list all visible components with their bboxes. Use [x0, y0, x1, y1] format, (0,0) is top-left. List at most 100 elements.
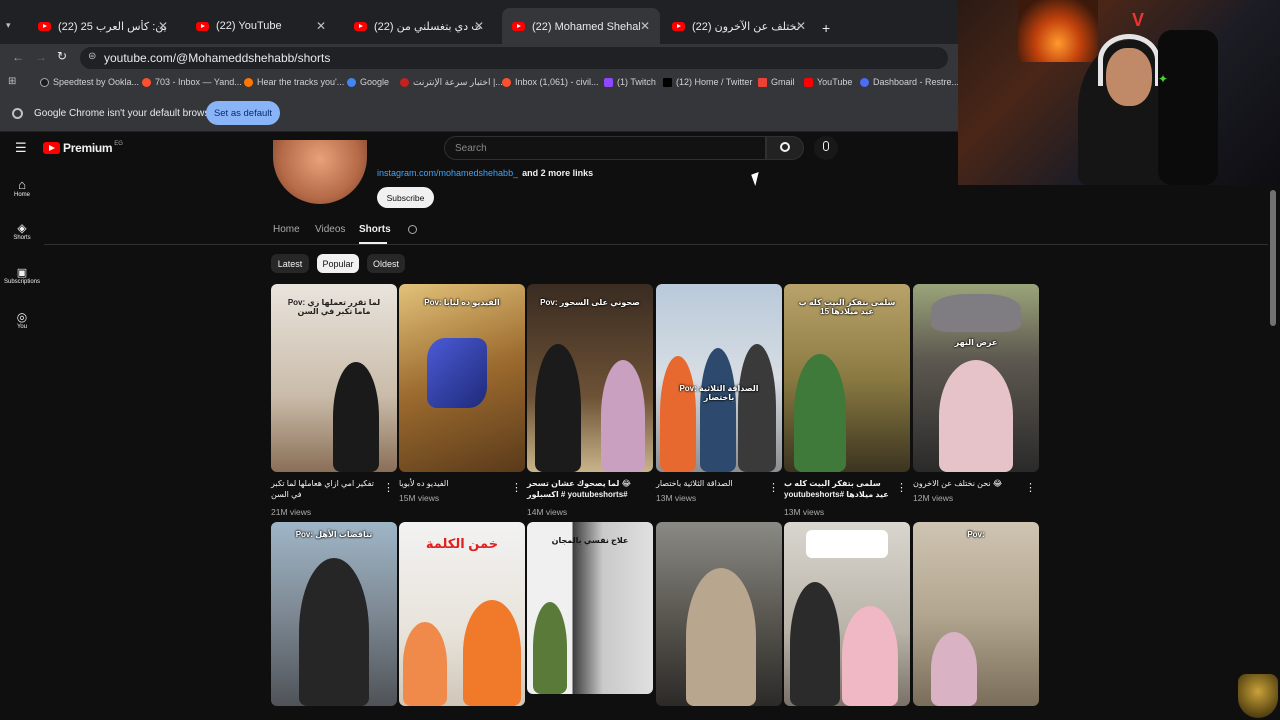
short-thumbnail[interactable]: Pov: صحوني على السحور [527, 284, 653, 472]
youtube-logo[interactable]: Premium EG [43, 141, 123, 155]
search-box[interactable]: Search [444, 136, 766, 160]
apps-icon[interactable]: ⊞ [8, 76, 16, 87]
more-options-icon[interactable]: ⋮ [768, 482, 779, 494]
tab-videos[interactable]: Videos [315, 224, 345, 235]
short-title[interactable]: 😂 لما يصحوك عشان تسحر #youtubeshorts # ا… [527, 478, 637, 500]
back-icon[interactable]: ← [12, 50, 24, 64]
tabs-divider [44, 244, 1268, 245]
short-overlay-text: Pov: الفيديو ده لبابا [424, 298, 500, 307]
filter-popular[interactable]: Popular [317, 254, 359, 273]
streamer-face [1106, 48, 1152, 106]
person-figure [333, 362, 379, 472]
bookmark-item[interactable]: 703 - Inbox — Yand... [142, 77, 242, 87]
close-tab-icon[interactable]: ✕ [640, 19, 650, 33]
bookmark-item[interactable]: YouTube [804, 77, 852, 87]
youtube-tab-icon [38, 21, 51, 31]
shorts-icon: ◈ [17, 221, 27, 235]
browser-tab[interactable]: (22) الفيديوهات دي بتغسلني من ✕ [344, 8, 494, 44]
short-thumbnail[interactable]: Pov: تناقضات الأهل [271, 522, 397, 706]
site-info-icon[interactable]: ⊜ [88, 51, 96, 62]
short-thumbnail[interactable] [656, 522, 782, 706]
browser-tab-active[interactable]: (22) Mohamed Shehab - شهاب ✕ [502, 8, 660, 44]
short-thumbnail[interactable]: علاج نفسي بالمجان [527, 522, 653, 694]
speedtest-icon [40, 77, 49, 87]
youtube-tab-icon [354, 21, 367, 31]
bookmark-item[interactable]: (12) Home / Twitter [663, 77, 752, 87]
sidebar-item-shorts[interactable]: ◈ Shorts [0, 221, 44, 241]
mouse-cursor [751, 171, 763, 187]
bookmark-item[interactable]: (1) Twitch [604, 77, 656, 87]
close-tab-icon[interactable]: ✕ [316, 19, 326, 33]
youtube-bookmark-icon [804, 77, 813, 87]
tab-shorts[interactable]: Shorts [359, 224, 391, 235]
bookmark-item[interactable]: Google [347, 77, 389, 87]
short-views: 12M views [913, 493, 954, 503]
filter-oldest[interactable]: Oldest [367, 254, 405, 273]
menu-icon[interactable]: ☰ [15, 140, 27, 156]
search-placeholder: Search [455, 143, 487, 154]
question-box [806, 530, 888, 558]
iron-object [427, 338, 487, 408]
tab-home[interactable]: Home [273, 224, 300, 235]
filter-latest[interactable]: Latest [271, 254, 309, 273]
forward-icon[interactable]: → [35, 50, 47, 64]
page-scrollbar[interactable] [1270, 190, 1276, 326]
short-overlay-text: Pov: [967, 530, 985, 539]
sidebar-item-you[interactable]: ◎ You [0, 310, 44, 330]
home-icon: ⌂ [18, 177, 26, 192]
channel-search-icon[interactable] [408, 225, 417, 234]
x-icon [663, 77, 672, 87]
subscribe-button[interactable]: Subscribe [377, 187, 434, 208]
more-links[interactable]: and 2 more links [522, 168, 593, 178]
short-overlay-text: علاج نفسي بالمجان [551, 536, 629, 545]
search-button[interactable] [766, 136, 804, 160]
person-figure [299, 558, 369, 706]
tab-search-button[interactable]: ▾ [6, 20, 20, 34]
sidebar-item-home[interactable]: ⌂ Home [0, 177, 44, 198]
close-tab-icon[interactable]: ✕ [474, 19, 484, 33]
address-bar[interactable]: ⊜ youtube.com/@Mohameddshehabb/shorts [80, 47, 948, 69]
channel-link[interactable]: instagram.com/mohamedshehabb_ and 2 more… [377, 168, 593, 178]
short-title[interactable]: سلمى بتفكر البيت كله ب عيد ميلادها #yout… [784, 478, 894, 500]
bookmark-item[interactable]: Gmail [758, 77, 795, 87]
close-tab-icon[interactable]: ✕ [158, 19, 168, 33]
microphone-icon [823, 141, 829, 151]
short-views: 14M views [527, 507, 568, 517]
short-title[interactable]: الفيديو ده لأبويا [399, 478, 509, 489]
short-title[interactable]: 😂 نحن نختلف عن الاخرون [913, 478, 1023, 489]
instagram-link[interactable]: instagram.com/mohamedshehabb_ [377, 168, 518, 178]
more-options-icon[interactable]: ⋮ [383, 482, 394, 494]
bookmark-item[interactable]: Inbox (1,061) - civil... [502, 77, 599, 87]
short-title[interactable]: الصداقة الثلاثية باختصار [656, 478, 766, 489]
reload-icon[interactable]: ↻ [57, 49, 67, 63]
short-thumbnail[interactable] [784, 522, 910, 706]
short-title[interactable]: تفكير امي ازاي هعاملها لما تكبر في السن [271, 478, 381, 500]
default-browser-infobar: Google Chrome isn't your default browser… [0, 94, 958, 132]
short-thumbnail[interactable]: Pov: لما تقرر تعملها زي ماما تكبر في الس… [271, 284, 397, 472]
short-thumbnail[interactable]: Pov: [913, 522, 1039, 706]
set-as-default-button[interactable]: Set as default [206, 101, 280, 125]
short-thumbnail[interactable]: Pov: الفيديو ده لبابا [399, 284, 525, 472]
more-options-icon[interactable]: ⋮ [1025, 482, 1036, 494]
voice-search-button[interactable] [814, 136, 838, 160]
short-thumbnail[interactable]: عرض النهر [913, 284, 1039, 472]
sidebar-item-subscriptions[interactable]: ▣ Subscriptions [0, 266, 44, 285]
browser-tab[interactable]: (22) تحدي الثلاثين: كأس العرب 25 ✕ [28, 8, 178, 44]
bookmark-item[interactable]: Speedtest by Ookla... [40, 77, 139, 87]
browser-tab[interactable]: (22) YouTube ✕ [186, 8, 336, 44]
more-options-icon[interactable]: ⋮ [511, 482, 522, 494]
short-overlay-text: Pov: الصداقة الثلاثية باختصار [679, 384, 759, 402]
short-thumbnail[interactable]: Pov: الصداقة الثلاثية باختصار [656, 284, 782, 472]
bookmark-item[interactable]: Hear the tracks you'... [244, 77, 344, 87]
yandex-icon [142, 77, 151, 87]
streamer-badge-icon [1238, 674, 1278, 718]
more-options-icon[interactable]: ⋮ [896, 482, 907, 494]
close-tab-icon[interactable]: ✕ [796, 19, 806, 33]
short-thumbnail[interactable]: سلمى بتفكر البيت كله ب عيد ميلادها 15 [784, 284, 910, 472]
browser-tab[interactable]: (22) نحن نختلف عن الآخرون ✕ [662, 8, 816, 44]
hippo-image [931, 294, 1021, 332]
bookmark-item[interactable]: Dashboard - Restre... [860, 77, 959, 87]
short-thumbnail[interactable]: خمن الكلمة [399, 522, 525, 706]
bookmark-item[interactable]: اختبار سرعة الإنترنت |... [400, 77, 503, 88]
new-tab-button[interactable]: + [822, 20, 830, 36]
